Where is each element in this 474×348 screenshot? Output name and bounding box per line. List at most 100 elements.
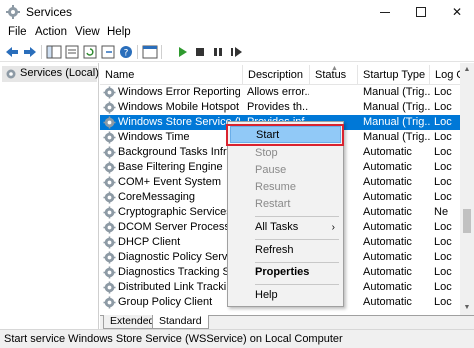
service-log-on-as: Loc [434, 86, 452, 98]
console-tree-pane: Services (Local) [0, 63, 99, 329]
back-arrow-icon[interactable] [4, 44, 20, 60]
show-console-tree-icon[interactable] [46, 44, 62, 60]
service-name: Group Policy Client [118, 296, 213, 308]
service-log-on-as: Loc [434, 251, 452, 263]
service-log-on-as: Loc [434, 221, 452, 233]
menu-item-stop: Stop [255, 147, 278, 159]
service-gear-icon [103, 86, 116, 99]
menu-item-properties[interactable]: Properties [230, 264, 341, 281]
refresh-icon[interactable] [82, 44, 98, 60]
service-startup-type: Automatic [363, 176, 412, 188]
service-log-on-as: Loc [434, 131, 452, 143]
console-window-icon[interactable] [142, 44, 158, 60]
services-gear-icon [6, 69, 16, 79]
column-header-startup-type[interactable]: Startup Type [358, 63, 430, 85]
service-status [314, 85, 360, 100]
service-gear-icon [103, 251, 116, 264]
toolbar-separator [137, 45, 138, 59]
table-row[interactable]: Windows Error Reporting Se... Allows erro… [100, 85, 460, 100]
service-name: Base Filtering Engine [118, 161, 223, 173]
start-service-play-icon[interactable] [174, 44, 190, 60]
service-gear-icon [103, 236, 116, 249]
service-log-on-as: Loc [434, 191, 452, 203]
menu-separator [255, 239, 339, 240]
menu-view[interactable]: View [75, 26, 100, 38]
vertical-scrollbar[interactable]: ▲ ▼ [460, 63, 474, 315]
menu-separator [255, 262, 339, 263]
title-bar: Services ✕ [0, 0, 474, 24]
scroll-thumb[interactable] [463, 209, 471, 233]
forward-arrow-icon[interactable] [22, 44, 38, 60]
export-list-icon[interactable] [100, 44, 116, 60]
service-gear-icon [103, 131, 116, 144]
maximize-icon [416, 7, 426, 17]
svg-text:?: ? [124, 49, 129, 59]
service-log-on-as: Loc [434, 101, 452, 113]
scroll-down-icon[interactable]: ▼ [460, 301, 474, 315]
window-title: Services [26, 5, 73, 19]
sort-ascending-icon: ▲ [331, 65, 338, 72]
help-icon[interactable]: ? [118, 44, 134, 60]
menu-separator [255, 284, 339, 285]
service-name: CoreMessaging [118, 191, 196, 203]
stop-service-icon[interactable] [192, 44, 208, 60]
context-menu: Start Stop Pause Resume Restart All Task… [227, 121, 344, 307]
service-startup-type: Automatic [363, 296, 412, 308]
column-header-log-on-as[interactable]: Log O [430, 63, 460, 85]
service-gear-icon [103, 281, 116, 294]
restart-service-icon[interactable] [228, 44, 244, 60]
tree-item-label: Services (Local) [20, 67, 99, 79]
service-description: Provides th... [247, 101, 309, 113]
scroll-up-icon[interactable]: ▲ [460, 63, 474, 77]
close-button[interactable]: ✕ [440, 0, 474, 24]
properties-sheet-icon[interactable] [64, 44, 80, 60]
service-name: COM+ Event System [118, 176, 222, 188]
service-log-on-as: Loc [434, 146, 452, 158]
pause-service-icon[interactable] [210, 44, 226, 60]
column-header-description[interactable]: Description [243, 63, 310, 85]
menu-item-restart: Restart [255, 198, 291, 210]
service-log-on-as: Loc [434, 281, 452, 293]
service-gear-icon [103, 206, 116, 219]
column-header-row: Name Description Status ▲ Startup Type L… [100, 63, 474, 85]
service-log-on-as: Ne [434, 206, 449, 218]
minimize-button[interactable] [368, 0, 402, 24]
service-gear-icon [103, 116, 116, 129]
view-tabs: Extended Standard [100, 315, 474, 329]
close-icon: ✕ [451, 5, 463, 19]
service-description: Allows error... [247, 86, 309, 98]
service-startup-type: Manual (Trig... [363, 86, 430, 98]
menu-file[interactable]: File [8, 26, 27, 38]
menu-item-refresh[interactable]: Refresh [230, 242, 341, 259]
service-gear-icon [103, 176, 116, 189]
service-gear-icon [103, 146, 116, 159]
service-name: Diagnostics Tracking Servi... [118, 266, 240, 278]
service-startup-type: Manual (Trig... [363, 101, 430, 113]
menu-help[interactable]: Help [107, 26, 131, 38]
service-startup-type: Automatic [363, 236, 412, 248]
menu-item-pause: Pause [255, 164, 287, 176]
menu-separator [255, 216, 339, 217]
service-startup-type: Manual (Trig... [363, 116, 430, 128]
tree-item-services-local[interactable]: Services (Local) [2, 66, 99, 82]
service-log-on-as: Loc [434, 236, 452, 248]
menu-item-help[interactable]: Help [230, 287, 341, 304]
service-startup-type: Automatic [363, 191, 412, 203]
service-startup-type: Automatic [363, 281, 412, 293]
menu-item-all-tasks[interactable]: All Tasks › [230, 219, 341, 236]
status-bar: Start service Windows Store Service (WSS… [0, 329, 474, 348]
service-name: Diagnostic Policy Service [118, 251, 240, 263]
table-row[interactable]: Windows Mobile Hotspot S... Provides th..… [100, 100, 460, 115]
status-text: Start service Windows Store Service (WSS… [4, 333, 343, 345]
service-startup-type: Automatic [363, 221, 412, 233]
menu-action[interactable]: Action [35, 26, 67, 38]
service-gear-icon [103, 191, 116, 204]
maximize-button[interactable] [404, 0, 438, 24]
menu-item-all-tasks-label: All Tasks [255, 221, 299, 233]
column-header-name[interactable]: Name [100, 63, 243, 85]
service-startup-type: Automatic [363, 146, 412, 158]
service-log-on-as: Loc [434, 176, 452, 188]
service-gear-icon [103, 101, 116, 114]
service-name: Windows Error Reporting Se... [118, 86, 240, 98]
tab-standard[interactable]: Standard [152, 315, 209, 329]
